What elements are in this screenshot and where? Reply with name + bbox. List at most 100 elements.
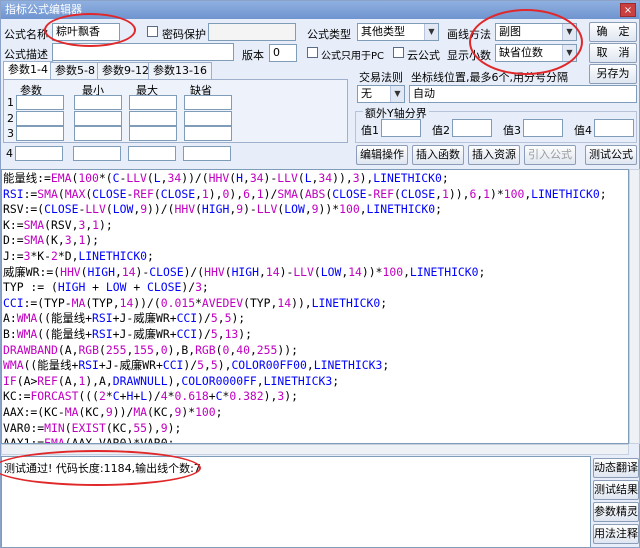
trade-rule-label: 交易法则 xyxy=(359,71,403,84)
cancel-button[interactable]: 取 消 xyxy=(589,43,637,63)
code-line: RSI:=SMA(MAX(CLOSE-REF(CLOSE,1),0),6,1)/… xyxy=(3,186,607,201)
param-default-cell[interactable] xyxy=(184,126,232,141)
code-line: K:=SMA(RSV,3,1); xyxy=(3,217,113,232)
import-formula-button[interactable]: 引入公式 xyxy=(524,145,576,165)
decimals-value: 缺省位数 xyxy=(499,46,543,59)
code-line: CCI:=(TYP-MA(TYP,14))/(0.015*AVEDEV(TYP,… xyxy=(3,295,388,310)
password-label: 密码保护 xyxy=(162,28,206,41)
code-line: D:=SMA(K,3,1); xyxy=(3,233,100,248)
insert-function-button[interactable]: 插入函数 xyxy=(412,145,464,165)
param-max-cell[interactable] xyxy=(129,95,177,110)
pc-only-checkbox[interactable] xyxy=(307,47,318,58)
version-input[interactable]: 0 xyxy=(269,44,297,62)
code-line: AAX1:=EMA(AAX,VAR0)*VAR0; xyxy=(3,436,175,444)
window-title: 指标公式编辑器 xyxy=(5,3,82,16)
chevron-down-icon: ▼ xyxy=(390,86,404,102)
param-min-cell[interactable] xyxy=(73,146,121,161)
draw-method-select[interactable]: 副图 ▼ xyxy=(495,23,577,41)
code-line: TYP := (HIGH + LOW + CLOSE)/3; xyxy=(3,280,209,295)
close-icon[interactable]: × xyxy=(620,3,636,17)
code-line: RSV:=(CLOSE-LLV(LOW,9))/(HHV(HIGH,9)-LLV… xyxy=(3,202,442,217)
cloud-label: 云公式 xyxy=(407,49,440,62)
code-line: J:=3*K-2*D,LINETHICK0; xyxy=(3,248,154,263)
code-line: B:WMA((能量线+RSI+J-威廉WR+CCI)/5,13); xyxy=(3,326,253,341)
title-bar[interactable]: 指标公式编辑器 × xyxy=(1,1,639,19)
yaxis-v4-label: 值4 xyxy=(574,124,592,137)
password-input[interactable] xyxy=(208,23,296,41)
tab-params-5-8[interactable]: 参数5-8 xyxy=(50,62,100,79)
chevron-down-icon: ▼ xyxy=(424,24,438,40)
dynamic-translate-button[interactable]: 动态翻译 xyxy=(593,458,639,478)
yaxis-v3-input[interactable] xyxy=(523,119,563,137)
description-input[interactable] xyxy=(52,43,234,61)
code-line: WMA((能量线+RSI+J-威廉WR+CCI)/5,5),COLOR00FF0… xyxy=(3,358,390,373)
trade-rule-select[interactable]: 无 ▼ xyxy=(357,85,405,103)
param-name-cell[interactable] xyxy=(16,95,64,110)
yaxis-v1-label: 值1 xyxy=(361,124,379,137)
type-label: 公式类型 xyxy=(307,28,351,41)
code-editor[interactable]: 能量线:=EMA(100*(C-LLV(L,34))/(HHV(H,34)-LL… xyxy=(1,169,629,444)
param-default-cell[interactable] xyxy=(184,111,232,126)
yaxis-v2-input[interactable] xyxy=(452,119,492,137)
chevron-down-icon: ▼ xyxy=(562,24,576,40)
yaxis-v4-input[interactable] xyxy=(594,119,634,137)
param-min-cell[interactable] xyxy=(74,111,122,126)
coord-label: 坐标线位置,最多6个,用分号分隔 xyxy=(411,71,568,84)
yaxis-v3-label: 值3 xyxy=(503,124,521,137)
test-result-button[interactable]: 测试结果 xyxy=(593,480,639,500)
code-line: KC:=FORCAST(((2*C+H+L)/4*0.618+C*0.382),… xyxy=(3,389,298,404)
decimals-select[interactable]: 缺省位数 ▼ xyxy=(495,44,577,62)
chevron-down-icon: ▼ xyxy=(562,45,576,61)
test-formula-button[interactable]: 测试公式 xyxy=(585,145,637,165)
coord-input[interactable]: 自动 xyxy=(409,85,637,103)
edit-operations-button[interactable]: 编辑操作 xyxy=(356,145,408,165)
param-max-cell[interactable] xyxy=(129,111,177,126)
param-table: 参数 最小 最大 缺省 1 2 3 xyxy=(3,79,348,143)
yaxis-v1-input[interactable] xyxy=(381,119,421,137)
code-line: AAX:=(KC-MA(KC,9))/MA(KC,9)*100; xyxy=(3,404,223,419)
trade-rule-value: 无 xyxy=(361,87,372,100)
code-line: A:WMA((能量线+RSI+J-威廉WR+CCI)/5,5); xyxy=(3,311,246,326)
name-input[interactable]: 粽叶飘香 xyxy=(52,23,120,41)
tab-params-13-16[interactable]: 参数13-16 xyxy=(148,62,212,79)
draw-method-label: 画线方法 xyxy=(447,28,491,41)
draw-method-value: 副图 xyxy=(499,25,521,38)
param-name-cell[interactable] xyxy=(15,146,63,161)
code-line: VAR0:=MIN(EXIST(KC,55),9); xyxy=(3,420,182,435)
param-row-number: 2 xyxy=(7,112,14,125)
pc-only-label: 公式只用于PC xyxy=(321,51,385,62)
description-label: 公式描述 xyxy=(4,48,48,61)
code-line: 能量线:=EMA(100*(C-LLV(L,34))/(HHV(H,34)-LL… xyxy=(3,171,449,185)
param-row-number: 3 xyxy=(7,127,14,140)
type-select-value: 其他类型 xyxy=(361,25,405,38)
status-output: 测试通过! 代码长度:1184,输出线个数:7 xyxy=(1,456,591,548)
param-default-cell[interactable] xyxy=(183,146,231,161)
horizontal-scrollbar[interactable] xyxy=(1,444,629,455)
param-name-cell[interactable] xyxy=(16,126,64,141)
cloud-checkbox[interactable] xyxy=(393,47,404,58)
code-line: IF(A>REF(A,1),A,DRAWNULL),COLOR0000FF,LI… xyxy=(3,373,340,388)
param-row-number: 4 xyxy=(6,147,13,160)
status-text: 测试通过! 代码长度:1184,输出线个数:7 xyxy=(4,462,201,475)
insert-resource-button[interactable]: 插入资源 xyxy=(468,145,520,165)
password-checkbox[interactable] xyxy=(147,26,158,37)
version-label: 版本 xyxy=(242,49,264,62)
usage-notes-button[interactable]: 用法注释 xyxy=(593,524,639,544)
param-max-cell[interactable] xyxy=(128,146,176,161)
code-line: 威廉WR:=(HHV(HIGH,14)-CLOSE)/(HHV(HIGH,14)… xyxy=(3,264,486,279)
decimals-label: 显示小数 xyxy=(447,49,491,62)
type-select[interactable]: 其他类型 ▼ xyxy=(357,23,439,41)
vertical-scrollbar[interactable] xyxy=(629,169,640,444)
code-line: DRAWBAND(A,RGB(255,155,0),B,RGB(0,40,255… xyxy=(3,342,298,357)
tab-params-1-4[interactable]: 参数1-4 xyxy=(3,61,53,79)
param-min-cell[interactable] xyxy=(74,95,122,110)
param-default-cell[interactable] xyxy=(184,95,232,110)
tab-params-9-12[interactable]: 参数9-12 xyxy=(97,62,154,79)
save-as-button[interactable]: 另存为 xyxy=(589,64,637,84)
confirm-button[interactable]: 确 定 xyxy=(589,22,637,42)
param-name-cell[interactable] xyxy=(16,111,64,126)
param-max-cell[interactable] xyxy=(129,126,177,141)
formula-editor-window: 指标公式编辑器 × 公式名称 粽叶飘香 密码保护 公式类型 其他类型 ▼ 画线方法… xyxy=(0,0,640,548)
param-min-cell[interactable] xyxy=(74,126,122,141)
param-wizard-button[interactable]: 参数精灵 xyxy=(593,502,639,522)
